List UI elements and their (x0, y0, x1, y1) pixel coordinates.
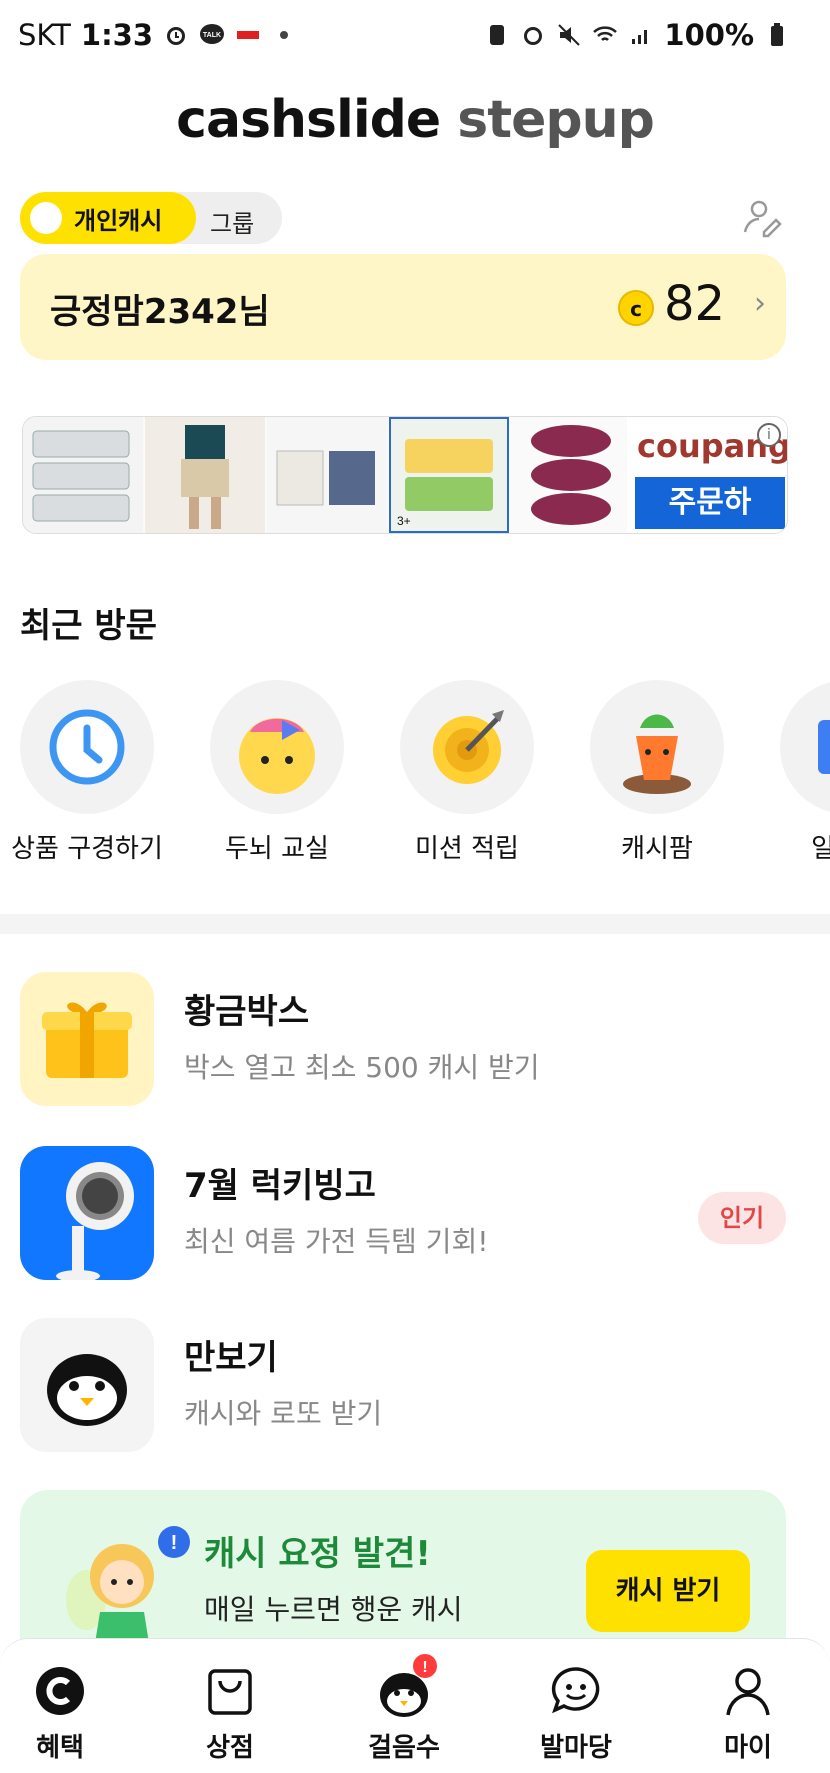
tab-label: 혜택 (36, 1733, 84, 1763)
tab-my[interactable]: 마이 (688, 1663, 808, 1764)
svg-text:TALK: TALK (203, 32, 221, 39)
list-title: 7월 럭키빙고 (184, 1166, 376, 1206)
user-name: 긍정맘2342님 (50, 292, 270, 332)
status-left: SKT 1:33 TALK (18, 18, 297, 52)
person-icon (720, 1663, 776, 1719)
tab-label: 상점 (206, 1733, 254, 1763)
recent-label: 캐시팜 (621, 834, 693, 860)
recent-label: 상품 구경하기 (11, 834, 163, 860)
status-right: 100% (484, 18, 790, 52)
list-title: 만보기 (184, 1338, 278, 1378)
target-icon (433, 710, 504, 784)
clock-time: 1:33 (80, 18, 154, 52)
ad-product-containers[interactable] (23, 417, 143, 533)
cash-c-icon (32, 1663, 88, 1719)
chevron-right-icon: › (754, 286, 766, 321)
profile-edit-icon[interactable] (740, 196, 784, 240)
list-item-pedometer[interactable]: 만보기 캐시와 로또 받기 (20, 1318, 810, 1452)
shopping-bag-icon (202, 1663, 258, 1719)
alarm-icon (167, 27, 186, 45)
notification-app-icon (237, 31, 260, 39)
section-divider (0, 914, 830, 934)
alarm-icon (524, 27, 543, 45)
recent-item-browse[interactable]: 상품 구경하기 (0, 680, 182, 860)
toggle-knob (30, 202, 62, 234)
ad-product-plums[interactable] (511, 417, 631, 533)
svg-text:!: ! (422, 1659, 427, 1676)
ad-product-food-box[interactable]: 3+ (389, 417, 509, 533)
list-title: 황금박스 (184, 992, 310, 1032)
user-cash-card[interactable]: 긍정맘2342님 c 82 › (20, 254, 786, 360)
ad-tag: 3+ (397, 514, 411, 528)
tab-label: 마이 (724, 1733, 772, 1763)
dot-icon (280, 31, 289, 39)
recent-label: 미션 적립 (415, 834, 519, 860)
list-subtitle: 박스 열고 최소 500 캐시 받기 (184, 1051, 540, 1084)
carrot-icon (623, 714, 691, 794)
talk-icon: TALK (200, 24, 225, 44)
tab-label: 걸음수 (368, 1733, 440, 1763)
battery-percent: 100% (664, 18, 754, 52)
ad-product-skirts[interactable] (267, 417, 387, 533)
recent-title: 최근 방문 (20, 606, 157, 646)
list-item-lucky-bingo[interactable]: 7월 럭키빙고 최신 여름 가전 득템 기회! 인기 (20, 1146, 810, 1280)
ad-product-clothing[interactable] (145, 417, 265, 533)
ad-info-icon[interactable]: i (757, 423, 781, 447)
tab-community[interactable]: 발마당 (516, 1663, 636, 1764)
ad-banner[interactable]: 3+ coupang 주문하 i (22, 416, 788, 534)
mute-icon (558, 24, 581, 46)
carrier: SKT (18, 18, 71, 52)
list-item-golden-box[interactable]: 황금박스 박스 열고 최소 500 캐시 받기 (20, 972, 810, 1106)
toggle-personal-label: 개인캐시 (74, 206, 163, 235)
brain-character-icon (239, 718, 315, 794)
fairy-subtitle: 매일 누르면 행운 캐시 (204, 1593, 463, 1626)
clock-icon (49, 709, 125, 785)
penguin-icon: ! (376, 1654, 437, 1719)
list-subtitle: 캐시와 로또 받기 (184, 1397, 383, 1430)
toggle-personal[interactable]: 개인캐시 (20, 192, 196, 244)
coin-icon: c (618, 290, 654, 326)
tab-label: 발마당 (540, 1733, 612, 1763)
bottom-tab-bar: 혜택 상점 ! 걸음수 발마당 마이 (0, 1638, 830, 1773)
penguin-icon (20, 1318, 154, 1452)
alert-badge-icon: ! (413, 1654, 437, 1678)
popular-badge: 인기 (698, 1192, 786, 1244)
recent-item-weekly[interactable]: 일주일 (752, 680, 830, 860)
get-cash-button[interactable]: 캐시 받기 (586, 1550, 750, 1632)
app-title-sub: stepup (457, 90, 655, 150)
signal-icon (632, 30, 648, 44)
chat-smile-icon (548, 1663, 604, 1719)
status-bar: SKT 1:33 TALK 100% (0, 0, 830, 72)
recent-item-mission[interactable]: 미션 적립 (372, 680, 562, 860)
tab-store[interactable]: 상점 (170, 1663, 290, 1764)
list-subtitle: 최신 여름 가전 득템 기회! (184, 1225, 489, 1258)
app-title: cashslide stepup (0, 90, 830, 150)
recent-carousel[interactable]: 상품 구경하기 두뇌 교실 미션 적립 캐시팜 일주일 (0, 680, 830, 860)
calendar-icon (818, 720, 830, 774)
battery-icon (771, 23, 783, 46)
gift-box-icon (20, 972, 154, 1106)
recent-label: 두뇌 교실 (225, 834, 329, 860)
fan-icon (20, 1146, 154, 1280)
battery-saver-icon (490, 25, 505, 45)
ad-coupang[interactable]: coupang 주문하 i (627, 417, 787, 533)
tab-benefits[interactable]: 혜택 (0, 1663, 120, 1764)
fairy-title: 캐시 요정 발견! (204, 1534, 431, 1574)
tab-steps[interactable]: ! 걸음수 (344, 1654, 464, 1764)
toggle-group[interactable]: 그룹 (210, 204, 254, 239)
recent-label: 일주일 (811, 834, 830, 860)
recent-item-cashfarm[interactable]: 캐시팜 (562, 680, 752, 860)
cash-mode-toggle[interactable]: 개인캐시 그룹 (20, 192, 282, 244)
app-title-main: cashslide (176, 90, 441, 150)
ad-order-button[interactable]: 주문하 (635, 477, 785, 529)
recent-item-brain[interactable]: 두뇌 교실 (182, 680, 372, 860)
cash-points: 82 (664, 276, 726, 332)
svg-text:!: ! (171, 1532, 178, 1554)
wifi-icon (593, 26, 618, 41)
